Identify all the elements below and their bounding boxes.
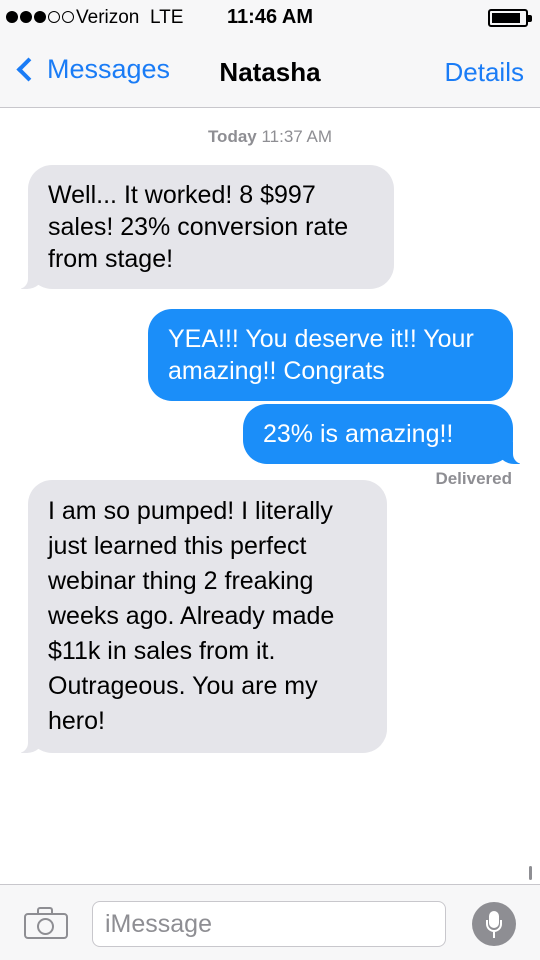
battery-icon [488, 9, 532, 27]
imessage-input[interactable]: iMessage [92, 901, 446, 947]
message-bubble-incoming[interactable]: Well... It worked! 8 $997 sales! 23% con… [16, 165, 394, 289]
message-bubble-outgoing[interactable]: YEA!!! You deserve it!! Your amazing!! C… [148, 309, 513, 401]
timestamp-day: Today [207, 127, 257, 146]
details-button[interactable]: Details [445, 57, 524, 88]
back-label: Messages [47, 54, 171, 84]
message-input-bar: iMessage [0, 884, 540, 960]
message-text: 23% is amazing!! [263, 420, 454, 448]
message-text: I am so pumped! I literally just learned… [48, 497, 335, 735]
back-button[interactable]: Messages [12, 54, 170, 85]
message-text: Well... It worked! 8 $997 sales! 23% con… [48, 181, 349, 273]
message-bubble-outgoing[interactable]: 23% is amazing!! [243, 404, 525, 464]
status-time: 11:46 AM [227, 6, 313, 28]
message-text: YEA!!! You deserve it!! Your amazing!! C… [168, 325, 474, 385]
microphone-icon[interactable] [472, 902, 516, 946]
delivery-status: Delivered [435, 469, 512, 488]
message-bubble-incoming[interactable]: I am so pumped! I literally just learned… [16, 480, 387, 753]
chevron-left-icon [16, 57, 41, 82]
thread-timestamp: Today 11:37 AM [0, 127, 540, 147]
camera-icon[interactable] [24, 907, 68, 939]
timestamp-time: 11:37 AM [261, 127, 333, 146]
scroll-indicator[interactable] [529, 866, 532, 880]
status-bar: Verizon LTE 11:46 AM [0, 0, 540, 38]
nav-bar: Messages Natasha Details [0, 38, 540, 108]
